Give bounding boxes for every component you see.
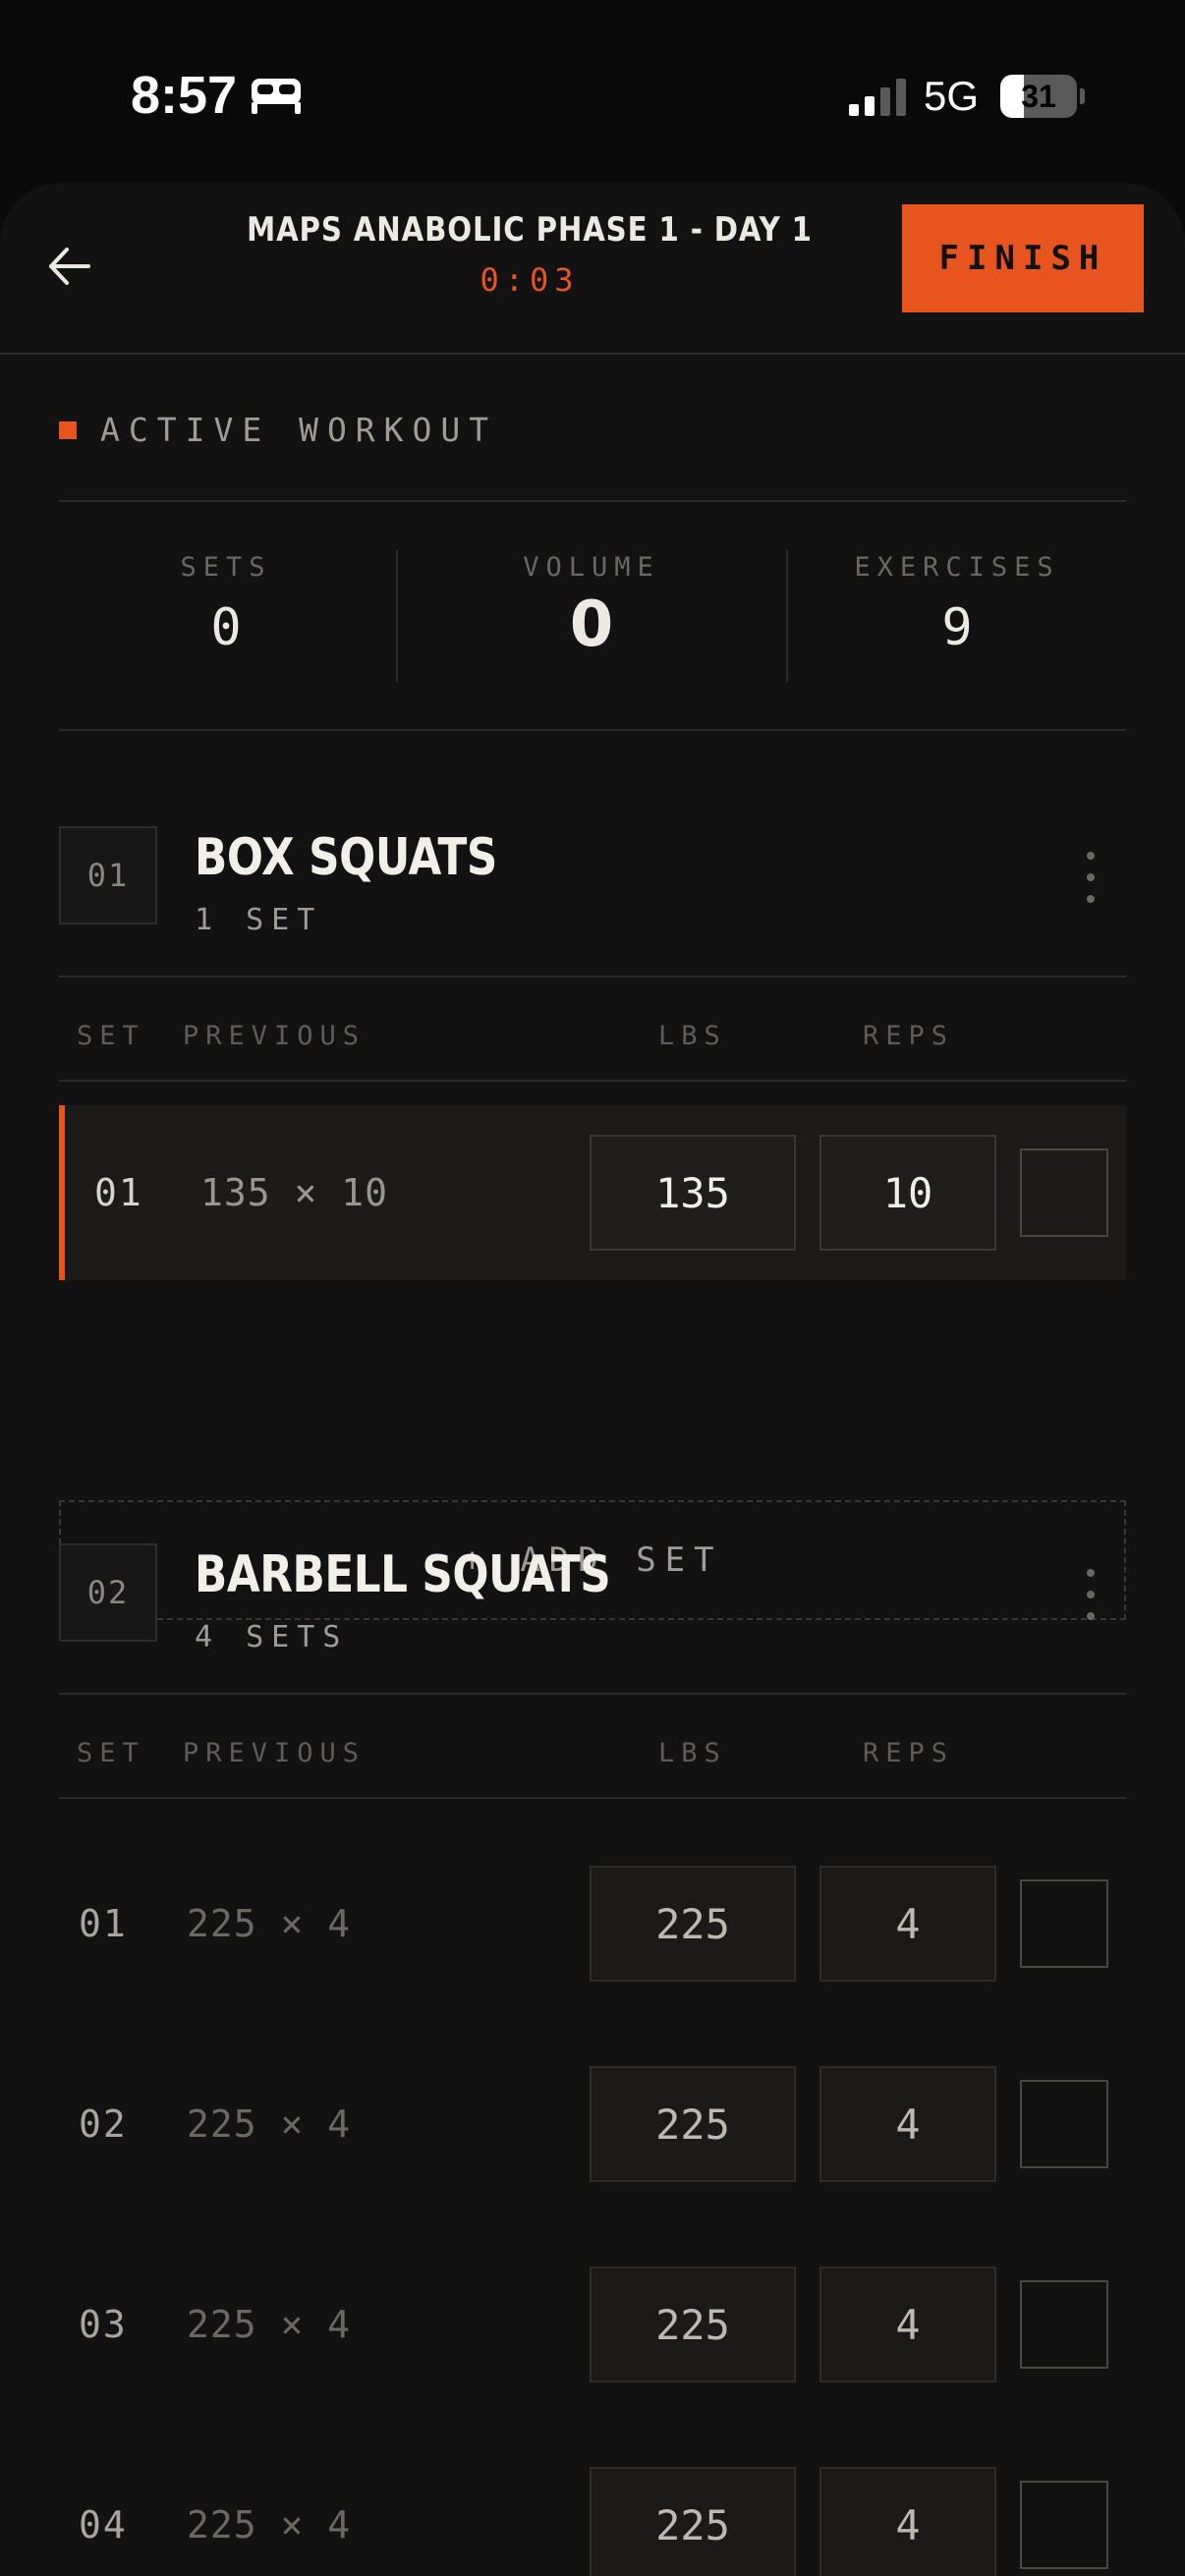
reps-input[interactable]: 4 (819, 1866, 996, 1982)
stat-sets: SETS 0 (59, 552, 393, 657)
col-previous: PREVIOUS (183, 1738, 367, 1768)
divider (59, 976, 1126, 978)
stat-volume-label: VOLUME (523, 552, 660, 583)
arrow-left-icon (49, 248, 90, 285)
set-previous: 225 × 4 (187, 2303, 352, 2346)
header-titles: MAPS ANABOLIC PHASE 1 - DAY 1 0:03 (197, 210, 863, 299)
set-row: 04 225 × 4 225 4 (59, 2437, 1126, 2576)
exercise-name[interactable]: BARBELL SQUATS (195, 1545, 611, 1604)
reps-input[interactable]: 4 (819, 2467, 996, 2576)
exercise-card: 02 BARBELL SQUATS 4 SETS SET PREVIOUS LB… (59, 1543, 1126, 2576)
divider (59, 729, 1126, 731)
col-set: SET (77, 1738, 145, 1768)
battery-level: 31 (1021, 79, 1056, 114)
set-number: 02 (79, 2102, 128, 2146)
col-lbs: LBS (658, 1738, 727, 1768)
more-vertical-icon[interactable] (1071, 852, 1110, 903)
stat-exercises: EXERCISES 9 (788, 552, 1126, 657)
exercise-number: 01 (59, 826, 157, 924)
active-set-indicator (59, 1105, 65, 1280)
app-header: MAPS ANABOLIC PHASE 1 - DAY 1 0:03 FINIS… (0, 183, 1185, 355)
finish-button[interactable]: FINISH (902, 204, 1144, 312)
exercise-sets-count: 4 SETS (195, 1620, 349, 1654)
stat-volume: VOLUME 0 (398, 552, 785, 661)
section-header: ACTIVE WORKOUT (59, 411, 497, 449)
exercise-sets-count: 1 SET (195, 903, 323, 937)
weight-input[interactable]: 225 (590, 1866, 796, 1982)
col-reps: REPS (863, 1738, 955, 1768)
divider (59, 1797, 1126, 1799)
bed-icon (252, 79, 301, 114)
column-headers: SET PREVIOUS LBS REPS (59, 1021, 1126, 1060)
set-complete-checkbox[interactable] (1020, 2080, 1108, 2168)
set-previous: 225 × 4 (187, 2503, 352, 2547)
more-vertical-icon[interactable] (1071, 1569, 1110, 1620)
set-number: 03 (79, 2303, 128, 2346)
back-button[interactable] (33, 230, 106, 303)
accent-square-icon (59, 420, 77, 439)
reps-input[interactable]: 4 (819, 2267, 996, 2382)
exercise-name[interactable]: BOX SQUATS (195, 828, 497, 887)
col-reps: REPS (863, 1021, 955, 1051)
workout-title: MAPS ANABOLIC PHASE 1 - DAY 1 (247, 210, 813, 250)
status-time: 8:57 (131, 66, 238, 125)
set-complete-checkbox[interactable] (1020, 2481, 1108, 2569)
weight-input[interactable]: 225 (590, 2467, 796, 2576)
stat-exercises-label: EXERCISES (854, 552, 1060, 583)
section-label: ACTIVE WORKOUT (100, 411, 498, 449)
weight-input[interactable]: 225 (590, 2066, 796, 2182)
col-lbs: LBS (658, 1021, 727, 1051)
column-headers: SET PREVIOUS LBS REPS (59, 1738, 1126, 1777)
set-previous: 225 × 4 (187, 2102, 352, 2146)
weight-input[interactable]: 225 (590, 2267, 796, 2382)
network-type: 5G (924, 73, 980, 119)
exercise-number: 02 (59, 1543, 157, 1642)
stat-sets-value: 0 (210, 598, 242, 657)
stat-sets-label: SETS (180, 552, 272, 583)
app-screen: 8:57 5G 31 MAPS ANABOLIC PHASE 1 - DAY 1… (0, 0, 1185, 2576)
col-previous: PREVIOUS (183, 1021, 367, 1051)
set-complete-checkbox[interactable] (1020, 2280, 1108, 2369)
set-previous: 135 × 10 (200, 1171, 389, 1214)
divider (59, 1693, 1126, 1695)
stat-exercises-value: 9 (941, 598, 973, 657)
signal-bars-icon (849, 79, 906, 116)
exercise-card: 01 BOX SQUATS 1 SET SET PREVIOUS LBS REP… (59, 826, 1126, 1632)
set-complete-checkbox[interactable] (1020, 1879, 1108, 1968)
set-previous: 225 × 4 (187, 1902, 352, 1945)
set-row: 01 225 × 4 225 4 (59, 1836, 1126, 2011)
status-bar: 8:57 5G 31 (0, 0, 1185, 187)
set-number: 01 (79, 1902, 128, 1945)
set-number: 04 (79, 2503, 128, 2547)
stat-volume-value: 0 (569, 588, 614, 661)
col-set: SET (77, 1021, 145, 1051)
set-complete-checkbox[interactable] (1020, 1148, 1108, 1237)
reps-input[interactable]: 4 (819, 2066, 996, 2182)
battery-indicator: 31 (1000, 75, 1085, 118)
set-row: 01 135 × 10 135 10 (59, 1105, 1126, 1280)
set-number: 01 (94, 1171, 143, 1214)
reps-input[interactable]: 10 (819, 1135, 996, 1251)
divider (59, 1080, 1126, 1082)
workout-sheet: MAPS ANABOLIC PHASE 1 - DAY 1 0:03 FINIS… (0, 183, 1185, 2576)
workout-timer: 0:03 (480, 261, 580, 299)
set-row: 03 225 × 4 225 4 (59, 2237, 1126, 2412)
set-row: 02 225 × 4 225 4 (59, 2037, 1126, 2212)
weight-input[interactable]: 135 (590, 1135, 796, 1251)
